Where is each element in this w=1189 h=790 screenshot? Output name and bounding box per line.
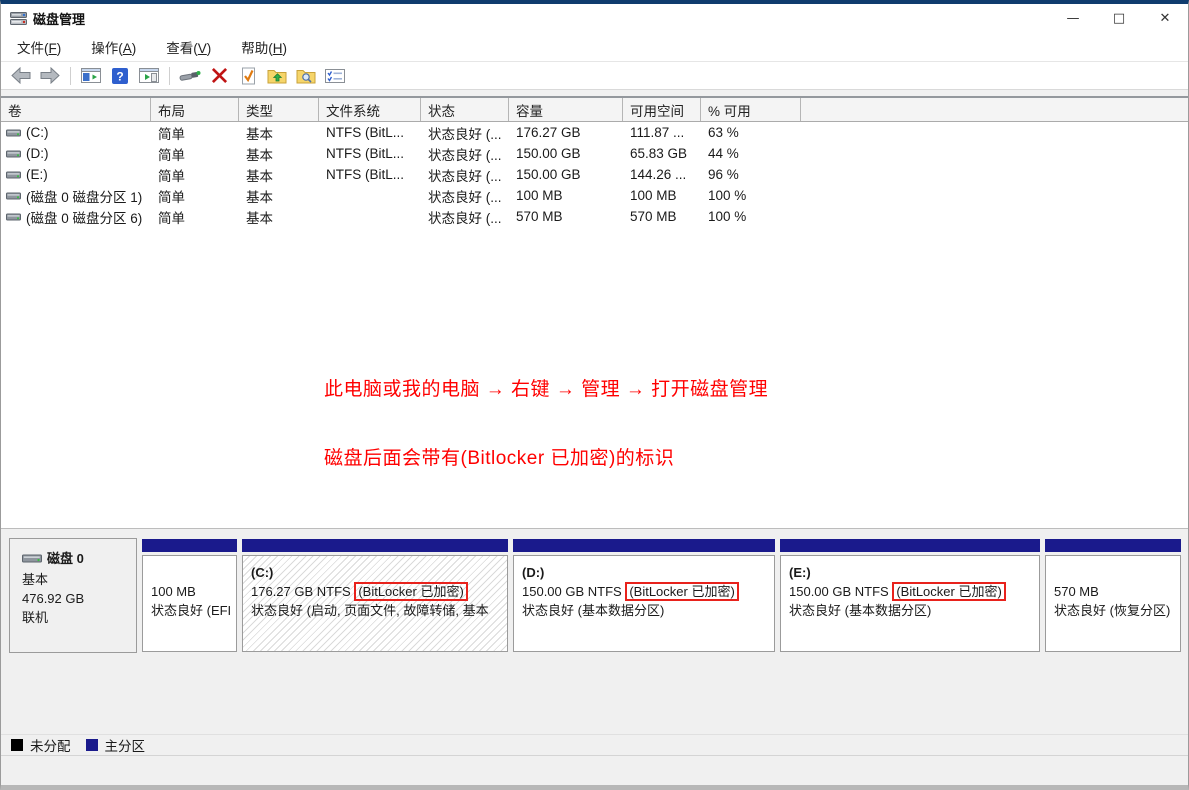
check-document-icon[interactable] [236,65,260,87]
bitlocker-tag-highlight: (BitLocker 已加密) [354,582,468,601]
header-status[interactable]: 状态 [421,98,509,121]
volume-icon [6,149,21,159]
partition-color-bar [242,539,508,552]
volume-row-d[interactable]: (D:) 简单 基本 NTFS (BitL... 状态良好 (... 150.0… [1,143,1188,164]
disk-size: 476.92 GB [22,591,85,606]
disk-icon [22,553,42,564]
header-capacity[interactable]: 容量 [509,98,623,121]
window-controls: — □ ✕ [1050,4,1188,33]
folder-search-icon[interactable] [294,65,318,87]
bitlocker-tag-highlight: (BitLocker 已加密) [625,582,739,601]
disk-0-info-box[interactable]: 磁盘 0 基本 476.92 GB 联机 [9,538,137,653]
partition-color-bar [513,539,775,552]
annotation-open-disk-management: 此电脑或我的电脑 → 右键 → 管理 → 打开磁盘管理 [324,379,769,400]
folder-up-icon[interactable] [265,65,289,87]
partition-e[interactable]: (E:) 150.00 GB NTFS (BitLocker 已加密) 状态良好… [779,538,1041,653]
panel-divider [1,90,1188,98]
window-title: 磁盘管理 [33,12,86,27]
annotation-bitlocker-label: 磁盘后面会带有(Bitlocker 已加密)的标识 [324,448,675,469]
rescan-disks-icon[interactable] [178,65,202,87]
partition-color-bar [142,539,237,552]
header-free-space[interactable]: 可用空间 [623,98,701,121]
legend-unallocated: 未分配 [30,739,71,754]
graphical-view-pane: 磁盘 0 基本 476.92 GB 联机 100 MB 状态良好 (EFI (C… [1,528,1188,785]
header-type[interactable]: 类型 [239,98,319,121]
delete-icon[interactable] [207,65,231,87]
toolbar-separator [169,66,170,85]
close-button[interactable]: ✕ [1142,4,1188,33]
properties-list-icon[interactable] [323,65,347,87]
help-icon[interactable]: ? [108,65,132,87]
unallocated-color-swatch [11,739,23,751]
volume-icon [6,191,21,201]
menu-help[interactable]: 帮助(H) [232,33,296,61]
volume-table-header: 卷 布局 类型 文件系统 状态 容量 可用空间 % 可用 [1,98,1188,122]
disk-management-app-icon [10,11,27,26]
volume-list-pane: 卷 布局 类型 文件系统 状态 容量 可用空间 % 可用 (C:) 简单 基本 … [1,98,1188,528]
menu-file[interactable]: 文件(F) [8,33,70,61]
primary-partition-color-swatch [85,739,98,751]
maximize-button[interactable]: □ [1096,4,1142,33]
disk-type: 基本 [22,572,49,587]
volume-row-e[interactable]: (E:) 简单 基本 NTFS (BitL... 状态良好 (... 150.0… [1,164,1188,185]
back-icon[interactable] [9,65,33,87]
header-layout[interactable]: 布局 [151,98,239,121]
header-percent-free[interactable]: % 可用 [701,98,801,121]
header-filesystem[interactable]: 文件系统 [319,98,421,121]
svg-text:?: ? [116,69,123,83]
partition-c[interactable]: (C:) 176.27 GB NTFS (BitLocker 已加密) 状态良好… [241,538,509,653]
volume-row-partition-6[interactable]: (磁盘 0 磁盘分区 6) 简单 基本 状态良好 (... 570 MB 570… [1,206,1188,227]
disk-management-window: 磁盘管理 — □ ✕ 文件(F) 操作(A) 查看(V) 帮助(H) ? 卷 布… [0,0,1189,790]
menu-view[interactable]: 查看(V) [157,33,220,61]
disk-name: 磁盘 0 [47,551,84,566]
toolbar: ? [1,62,1188,90]
forward-icon[interactable] [38,65,62,87]
volume-icon [6,128,21,138]
show-console-tree-icon[interactable] [79,65,103,87]
toolbar-separator [70,66,71,85]
header-volume[interactable]: 卷 [1,98,151,121]
minimize-button[interactable]: — [1050,4,1096,33]
partition-color-bar [1045,539,1181,552]
partition-color-bar [780,539,1040,552]
show-action-pane-icon[interactable] [137,65,161,87]
menu-bar: 文件(F) 操作(A) 查看(V) 帮助(H) [1,33,1188,62]
volume-icon [6,212,21,222]
legend-bar: 未分配 主分区 [1,734,1188,756]
partition-efi[interactable]: 100 MB 状态良好 (EFI [141,538,238,653]
volume-icon [6,170,21,180]
partition-d[interactable]: (D:) 150.00 GB NTFS (BitLocker 已加密) 状态良好… [512,538,776,653]
volume-row-c[interactable]: (C:) 简单 基本 NTFS (BitL... 状态良好 (... 176.2… [1,122,1188,143]
title-bar: 磁盘管理 — □ ✕ [1,4,1188,33]
volume-row-partition-1[interactable]: (磁盘 0 磁盘分区 1) 简单 基本 状态良好 (... 100 MB 100… [1,185,1188,206]
partition-recovery[interactable]: 570 MB 状态良好 (恢复分区) [1044,538,1182,653]
header-filler [801,98,1188,121]
legend-primary-partition: 主分区 [104,739,146,754]
bitlocker-tag-highlight: (BitLocker 已加密) [892,582,1006,601]
disk-status: 联机 [22,610,49,625]
menu-action[interactable]: 操作(A) [82,33,145,61]
